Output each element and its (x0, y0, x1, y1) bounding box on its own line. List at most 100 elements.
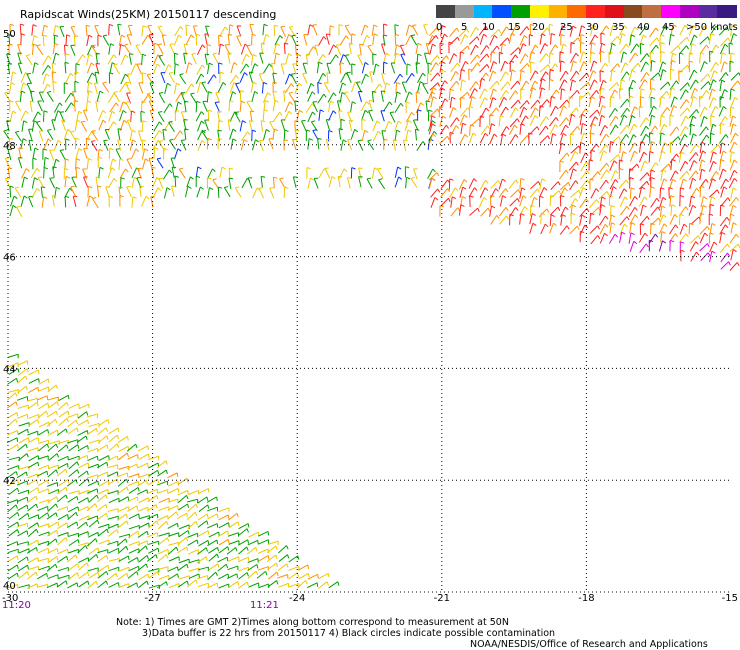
wind-barb-flag (634, 196, 638, 200)
wind-barb (129, 130, 133, 142)
wind-barb-flag (608, 51, 613, 54)
wind-barb (559, 60, 562, 72)
wind-barb (559, 169, 567, 180)
wind-barb (78, 562, 88, 571)
wind-barb-flag (207, 530, 210, 535)
wind-barb (539, 64, 549, 73)
wind-barb-flag (174, 175, 180, 178)
wind-barb-flag (486, 45, 490, 49)
wind-barb-flag (484, 187, 489, 191)
note-line-2: 3)Data buffer is 22 hrs from 20150117 4)… (142, 628, 556, 639)
time-label: 11:20 (2, 600, 31, 611)
wind-barb-flag (216, 513, 219, 518)
wind-barb (27, 565, 39, 571)
wind-barb (174, 26, 181, 37)
wind-barb-flag (502, 178, 506, 182)
wind-barb (164, 83, 168, 95)
wind-barb (48, 453, 58, 461)
wind-barb (235, 83, 241, 94)
wind-barb-flag (212, 168, 216, 173)
wind-barb-flag (76, 572, 80, 577)
wind-barb (699, 232, 706, 244)
wind-barb-flag (485, 107, 490, 112)
wind-barb (17, 360, 28, 367)
wind-barb (638, 151, 645, 163)
wind-barb (167, 472, 178, 479)
wind-barb-flag (216, 496, 218, 502)
wind-barb (173, 34, 180, 46)
wind-barb-flag (462, 122, 467, 126)
wind-barb (198, 504, 209, 512)
wind-barb-flag (619, 159, 624, 162)
wind-barb-flag (520, 213, 525, 216)
wind-barb (77, 411, 87, 419)
wind-barb (478, 197, 485, 208)
wind-barb-flag (534, 44, 539, 49)
wind-barb-flag (132, 129, 136, 133)
wind-barb-flag (476, 54, 480, 59)
wind-barb (259, 52, 264, 64)
wind-barb (78, 580, 89, 588)
wind-barb (18, 584, 30, 589)
wind-barb-flag (95, 428, 98, 433)
wind-barb-flag (461, 69, 466, 72)
wind-barb-flag (377, 167, 382, 170)
wind-barb (87, 580, 97, 589)
wind-barb (97, 186, 100, 198)
wind-barb-flag (75, 137, 80, 140)
wind-barb (589, 79, 595, 91)
wind-barb (280, 63, 285, 75)
wind-barb-flag (622, 151, 627, 155)
wind-barb-flag (88, 185, 93, 189)
wind-barb (138, 522, 149, 529)
wind-barb (205, 25, 210, 37)
wind-barb-flag (190, 92, 195, 95)
wind-barb-flag (530, 61, 535, 64)
wind-barb (14, 187, 22, 198)
wind-barb-flag (417, 42, 422, 46)
wind-barb-flag (273, 176, 278, 179)
wind-barb-flag (516, 118, 520, 123)
wind-barb-flag (651, 87, 656, 91)
wind-barb-flag (417, 109, 422, 112)
wind-barb-flag (99, 166, 104, 170)
wind-barb (709, 151, 714, 163)
wind-barb-flag (67, 410, 70, 416)
wind-barb (26, 397, 38, 402)
wind-barb-flag (111, 110, 116, 115)
wind-barb-flag (66, 556, 69, 561)
wind-barb (218, 507, 230, 513)
wind-barb-flag (232, 128, 237, 132)
wind-barb (599, 133, 607, 144)
wind-barb-flag (94, 503, 98, 508)
wind-barb-flag (56, 556, 59, 561)
wind-barb-flag (245, 53, 250, 58)
wind-barb-flag (431, 115, 436, 119)
wind-barb (90, 141, 98, 152)
wind-barb-flag (76, 469, 80, 474)
wind-barb-flag (583, 61, 587, 65)
wind-barb (67, 427, 78, 435)
wind-barb-flag (26, 368, 29, 373)
wind-barb-flag (388, 120, 393, 125)
wind-barb-flag (235, 74, 239, 79)
wind-barb (157, 515, 168, 521)
wind-barb (38, 523, 49, 528)
wind-barb-flag (47, 65, 51, 69)
wind-barb-flag (70, 102, 75, 107)
wind-barb-flag (730, 88, 735, 91)
wind-barb (128, 513, 139, 520)
wind-barb (404, 91, 410, 103)
wind-barb-flag (689, 52, 694, 55)
wind-barb (105, 186, 110, 198)
wind-barb (489, 80, 498, 90)
wind-barb (28, 386, 39, 394)
wind-barb-flag (200, 186, 204, 190)
wind-barb-flag (183, 52, 188, 55)
wind-barb (158, 92, 165, 104)
wind-barb-flag (615, 115, 619, 120)
wind-barb-flag (383, 61, 388, 65)
wind-barb-flag (148, 453, 150, 459)
wind-barb-flag (208, 62, 213, 66)
wind-barb (609, 115, 617, 126)
